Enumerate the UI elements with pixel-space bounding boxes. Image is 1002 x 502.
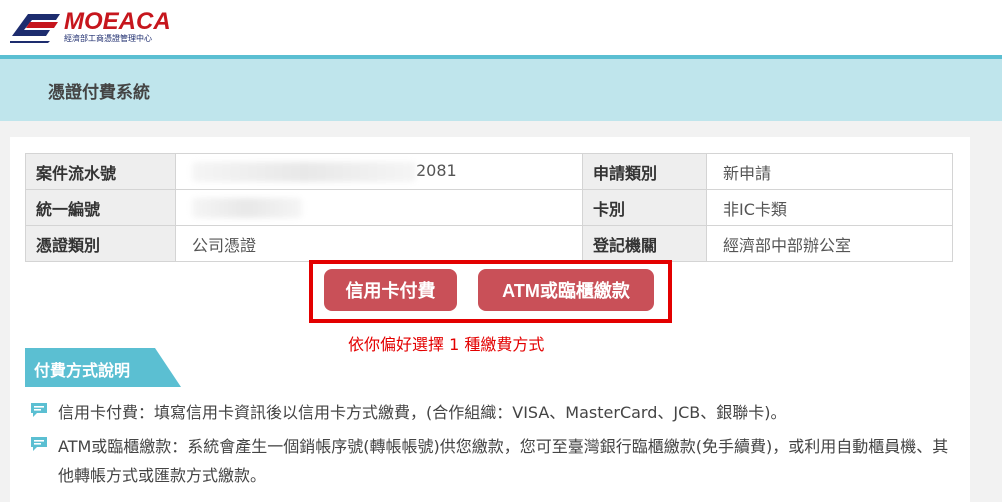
page-title: 憑證付費系統 xyxy=(48,83,150,103)
credit-card-description: 信用卡付費：填寫信用卡資訊後以信用卡方式繳費，(合作組織：VISA、Master… xyxy=(58,403,787,422)
cert-type-value: 公司憑證 xyxy=(175,225,583,262)
card-type-value: 非IC卡類 xyxy=(706,189,953,226)
apply-type-label: 申請類別 xyxy=(582,153,707,190)
credit-card-pay-button[interactable]: 信用卡付費 xyxy=(324,269,457,311)
case-number-suffix: 2081 xyxy=(416,161,457,181)
card-type-label: 卡別 xyxy=(582,189,707,226)
atm-description: ATM或臨櫃繳款：系統會產生一個銷帳序號(轉帳帳號)供您繳款，您可至臺灣銀行臨櫃… xyxy=(58,437,949,485)
logo-subtitle: 經濟部工商憑證管理中心 xyxy=(64,34,152,43)
table-row: 統一編號 卡別 非IC卡類 xyxy=(25,189,953,226)
case-number-value: 2081 xyxy=(175,153,583,190)
atm-counter-pay-button[interactable]: ATM或臨櫃繳款 xyxy=(478,269,654,311)
tax-id-label: 統一編號 xyxy=(25,189,176,226)
description-item: ATM或臨櫃繳款：系統會產生一個銷帳序號(轉帳帳號)供您繳款，您可至臺灣銀行臨櫃… xyxy=(30,432,950,490)
registry-office-label: 登記機關 xyxy=(582,225,707,262)
redacted-blur xyxy=(192,197,302,218)
cert-type-label: 憑證類別 xyxy=(25,225,176,262)
apply-type-value: 新申請 xyxy=(706,153,953,190)
table-row: 憑證類別 公司憑證 登記機關 經濟部中部辦公室 xyxy=(25,225,953,262)
case-number-label: 案件流水號 xyxy=(25,153,176,190)
tax-id-value xyxy=(175,189,583,226)
payment-hint: 依你偏好選擇 1 種繳費方式 xyxy=(348,335,545,354)
section-title: 付費方式說明 xyxy=(34,361,131,380)
moeaca-logo-icon xyxy=(10,14,60,43)
moeaca-logo[interactable]: MOEACA 經濟部工商憑證管理中心 xyxy=(10,8,171,48)
description-item: 信用卡付費：填寫信用卡資訊後以信用卡方式繳費，(合作組織：VISA、Master… xyxy=(30,398,950,427)
logo-text: MOEACA xyxy=(64,8,171,35)
top-bar: MOEACA 經濟部工商憑證管理中心 xyxy=(0,0,1002,56)
speech-bubble-icon xyxy=(31,403,47,417)
speech-bubble-icon xyxy=(31,437,47,451)
subheader-bar xyxy=(0,59,1002,121)
table-row: 案件流水號 2081 申請類別 新申請 xyxy=(25,153,953,190)
redacted-blur xyxy=(192,161,416,182)
registry-office-value: 經濟部中部辦公室 xyxy=(706,225,953,262)
application-info-table: 案件流水號 2081 申請類別 新申請 統一編號 卡別 非IC卡類 憑證類別 公… xyxy=(25,153,953,262)
